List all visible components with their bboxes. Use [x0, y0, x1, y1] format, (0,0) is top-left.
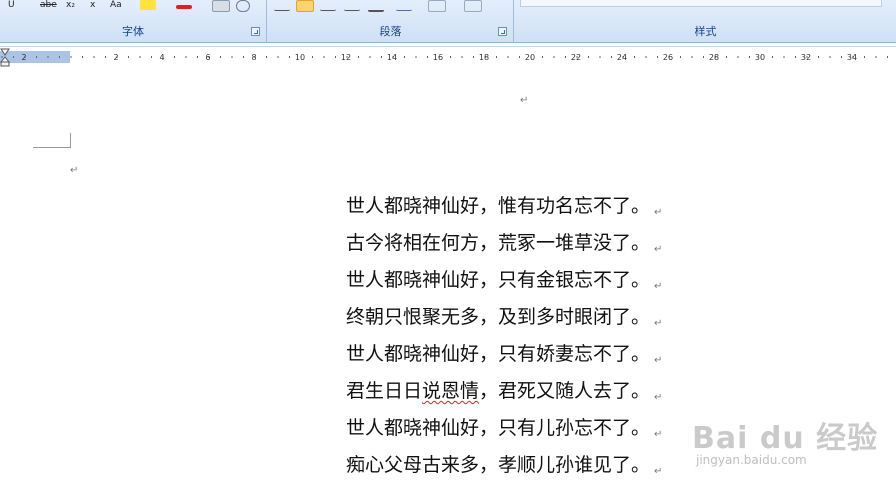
ruler-label: 18	[479, 53, 489, 62]
paragraph-mark: ↵	[654, 429, 663, 440]
spelling-error-text[interactable]: 说恩情	[422, 380, 479, 402]
paragraph-mark: ↵	[654, 281, 663, 292]
character-shading-icon[interactable]	[212, 0, 230, 12]
borders-button[interactable]	[464, 0, 482, 12]
ruler-label: 12	[341, 53, 351, 62]
text-line[interactable]: 世人都晓神仙好，只有娇妻忘不了。 ↵	[346, 341, 662, 378]
poem-text[interactable]: 世人都晓神仙好，惟有功名忘不了。 ↵ 古今将相在何方，荒冢一堆草没了。 ↵ 世人都晓…	[346, 193, 662, 489]
justify-button[interactable]	[344, 0, 360, 11]
subscript-button[interactable]: x₂	[66, 0, 75, 10]
text-line[interactable]: 世人都晓神仙好，只有金银忘不了。 ↵	[346, 267, 662, 304]
underline-button[interactable]: U	[8, 0, 15, 10]
paragraph-dialog-launcher-icon[interactable]	[498, 27, 507, 36]
ruler-label: 32	[801, 53, 811, 62]
paragraph-group-label: 段落	[379, 25, 402, 38]
ruler-label: 20	[525, 53, 535, 62]
align-center-button[interactable]	[296, 0, 314, 12]
margin-corner-mark	[33, 133, 71, 148]
line-text: 世人都晓神仙好，只有儿孙忘不了。	[346, 417, 651, 439]
line-text: 世人都晓神仙好，只有娇妻忘不了。	[346, 343, 651, 365]
font-group: U abe x₂ x Aa 字体	[0, 0, 267, 42]
paragraph-mark: ↵	[654, 355, 663, 366]
text-line[interactable]: 世人都晓神仙好，惟有功名忘不了。 ↵	[346, 193, 662, 230]
ruler-label: 34	[847, 53, 857, 62]
styles-group-label: 样式	[694, 25, 717, 38]
ruler-label: 30	[755, 53, 765, 62]
ruler-label: 8	[251, 53, 256, 62]
ruler-label: 2	[21, 53, 26, 62]
line-text: ，君死又随人去了。	[479, 380, 651, 402]
text-line[interactable]: 世人都晓神仙好，只有儿孙忘不了。 ↵	[346, 415, 662, 452]
strikethrough-button[interactable]: abe	[40, 0, 57, 10]
paragraph-mark: ↵	[654, 207, 663, 218]
line-text: 世人都晓神仙好，只有金银忘不了。	[346, 269, 651, 291]
paragraph-mark: ↵	[520, 95, 529, 106]
ruler-label: 16	[433, 53, 443, 62]
ruler-ticks: 2 2 4 6 8 10 12 14 16 18 20 22 24 26 28 30 32 34	[1, 53, 888, 62]
font-dialog-launcher-icon[interactable]	[251, 27, 260, 36]
ruler-label: 14	[387, 53, 397, 62]
superscript-button[interactable]: x	[90, 0, 95, 10]
text-line[interactable]: 君生日日说恩情，君死又随人去了。 ↵	[346, 378, 662, 415]
paragraph-mark: ↵	[654, 466, 663, 477]
shading-button[interactable]	[428, 0, 446, 12]
line-text: 世人都晓神仙好，惟有功名忘不了。	[346, 195, 651, 217]
text-line[interactable]: 终朝只恨聚无多，及到多时眼闭了。 ↵	[346, 304, 662, 341]
paragraph-mark: ↵	[654, 318, 663, 329]
font-group-label: 字体	[122, 25, 144, 38]
ruler-label: 10	[295, 53, 305, 62]
font-color-button[interactable]	[176, 5, 192, 9]
text-line[interactable]: 痴心父母古来多，孝顺儿孙谁见了。 ↵	[346, 452, 662, 489]
ruler-label: 2	[113, 53, 118, 62]
paragraph-group: 段落	[268, 0, 514, 42]
ruler-label: 4	[159, 53, 164, 62]
paragraph-mark: ↵	[654, 244, 663, 255]
change-case-button[interactable]: Aa	[110, 0, 122, 10]
align-left-button[interactable]	[274, 0, 290, 11]
indent-marker-icon[interactable]	[0, 47, 10, 67]
ruler-label: 24	[617, 53, 627, 62]
line-text: 君生日日	[346, 380, 423, 402]
line-text: 古今将相在何方，荒冢一堆草没了。	[346, 232, 651, 254]
document-page[interactable]: ↵ ↵ 世人都晓神仙好，惟有功名忘不了。 ↵ 古今将相在何方，荒冢一堆草没了。 ↵ …	[0, 67, 896, 500]
line-spacing-button[interactable]	[396, 0, 412, 11]
line-text: 痴心父母古来多，孝顺儿孙谁见了。	[346, 454, 651, 476]
line-text: 终朝只恨聚无多，及到多时眼闭了。	[346, 306, 651, 328]
quick-styles-gallery[interactable]	[520, 0, 882, 7]
ruler-label: 28	[709, 53, 719, 62]
text-line[interactable]: 古今将相在何方，荒冢一堆草没了。 ↵	[346, 230, 662, 267]
ruler-label: 26	[663, 53, 673, 62]
enclose-characters-icon[interactable]	[236, 0, 250, 12]
horizontal-ruler[interactable]: 2 2 4 6 8 10 12 14 16 18 20 22 24 26 28 30 32 34	[0, 46, 896, 68]
paragraph-mark: ↵	[654, 392, 663, 403]
paragraph-mark: ↵	[70, 165, 79, 176]
ruler-label: 22	[571, 53, 581, 62]
distributed-button[interactable]	[368, 0, 384, 12]
ruler-label: 6	[205, 53, 210, 62]
highlight-color-button[interactable]	[140, 0, 156, 10]
ribbon: U abe x₂ x Aa 字体 段落 样式	[0, 0, 896, 43]
align-right-button[interactable]	[320, 0, 336, 11]
